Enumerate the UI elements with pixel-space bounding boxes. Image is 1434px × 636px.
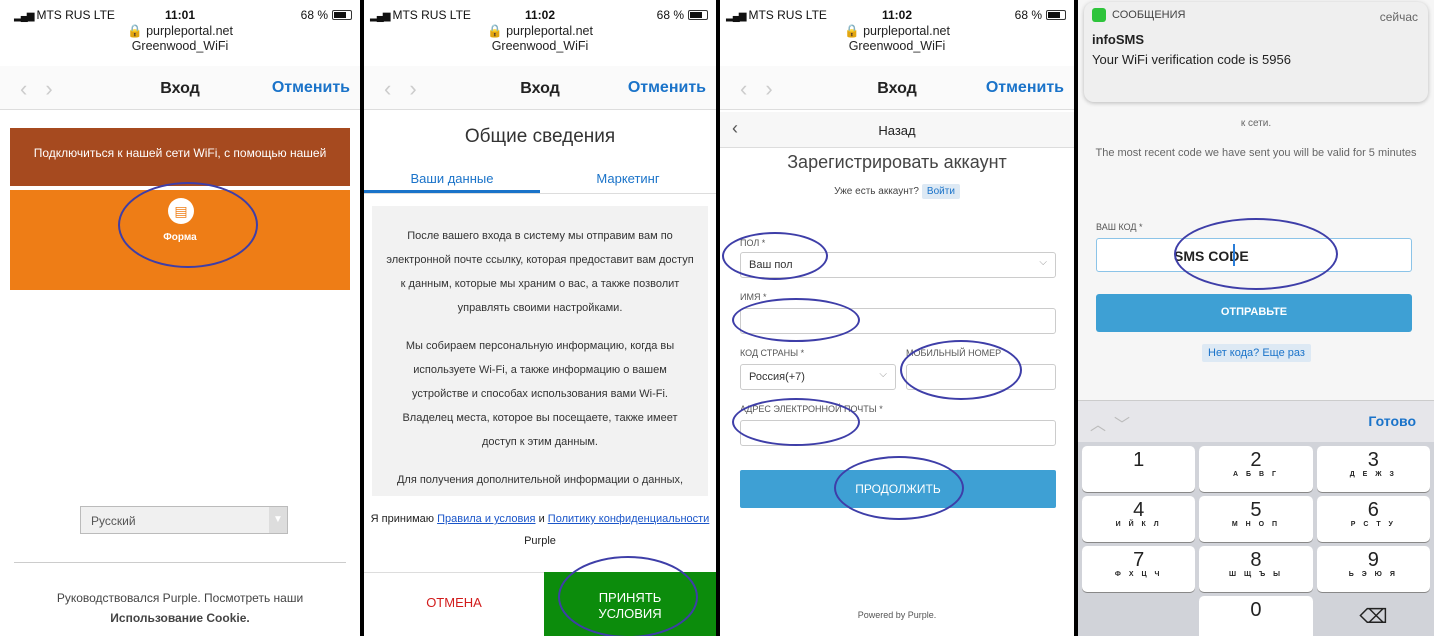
cookie-footer: Руководствовался Purple. Посмотреть наши…	[0, 588, 360, 628]
browser-navbar: ‹› Вход Отменить	[720, 66, 1074, 110]
screen-landing: ▂▄▆ MTS RUS LTE 11:01 68 % 🔒 purpleportal…	[0, 0, 360, 636]
privacy-text: После вашего входа в систему мы отправим…	[372, 206, 708, 496]
tab-bar: Ваши данные Маркетинг	[364, 162, 716, 194]
key-2[interactable]: 2А Б В Г	[1199, 446, 1313, 492]
status-bar: ▂▄▆ MTS RUS LTE 11:01 68 %	[0, 0, 360, 22]
field-nav-arrows-icon[interactable]: ︿﹀	[1090, 411, 1138, 435]
screen-sms-code: СООБЩЕНИЯ сейчас infoSMS Your WiFi verif…	[1078, 0, 1434, 636]
lock-icon: 🔒	[844, 24, 860, 38]
login-link[interactable]: Войти	[921, 184, 960, 199]
messages-icon	[1092, 8, 1106, 22]
lock-icon: 🔒	[487, 24, 503, 38]
browser-navbar: ‹› Вход Отменить	[364, 66, 716, 110]
accept-button[interactable]: ПРИНЯТЬ УСЛОВИЯ	[544, 572, 716, 636]
email-field[interactable]	[740, 420, 1056, 446]
sms-notification[interactable]: СООБЩЕНИЯ сейчас infoSMS Your WiFi verif…	[1084, 2, 1428, 102]
terms-link[interactable]: Правила и условия	[437, 513, 535, 525]
status-bar: ▂▄▆ MTS RUS LTE 11:02 68 %	[720, 0, 1074, 22]
resend-link[interactable]: Нет кода? Еще раз	[1202, 344, 1311, 362]
lock-icon: 🔒	[127, 24, 143, 38]
backspace-key[interactable]: ⌫	[1317, 596, 1430, 636]
mobile-number-field[interactable]	[906, 364, 1056, 390]
cancel-link[interactable]: Отменить	[986, 79, 1064, 97]
url-bar[interactable]: 🔒 purpleportal.net Greenwood_WiFi	[720, 24, 1074, 54]
back-bar[interactable]: ‹ Назад	[720, 112, 1074, 148]
cancel-button[interactable]: ОТМЕНА	[364, 572, 544, 636]
done-button[interactable]: Готово	[1368, 413, 1416, 429]
chevron-down-icon: ▼	[269, 507, 287, 533]
tab-marketing[interactable]: Маркетинг	[540, 162, 716, 193]
key-1[interactable]: 1	[1082, 446, 1196, 492]
empty-key	[1082, 596, 1195, 636]
page-title: Зарегистрировать аккаунт	[787, 152, 1007, 172]
continue-button[interactable]: ПРОДОЛЖИТЬ	[740, 470, 1056, 508]
key-0[interactable]: 0	[1199, 596, 1313, 636]
language-select[interactable]: Русский ▼	[80, 506, 288, 534]
key-5[interactable]: 5М Н О П	[1199, 496, 1313, 542]
numeric-keypad: 12А Б В Г3Д Е Ж З 4И Й К Л5М Н О П6Р С Т …	[1078, 442, 1434, 636]
document-icon: ▤	[168, 198, 194, 224]
key-9[interactable]: 9Ь Э Ю Я	[1316, 546, 1430, 592]
key-6[interactable]: 6Р С Т У	[1316, 496, 1430, 542]
name-field[interactable]	[740, 308, 1056, 334]
cookie-link[interactable]: Использование Cookie.	[0, 608, 360, 628]
key-7[interactable]: 7Ф Х Ц Ч	[1082, 546, 1196, 592]
connect-banner: Подключиться к нашей сети WiFi, с помощь…	[10, 128, 350, 186]
page-title: Общие сведения	[464, 126, 616, 147]
status-bar: ▂▄▆ MTS RUS LTE 11:02 68 %	[364, 0, 716, 22]
battery-icon	[1046, 10, 1066, 20]
chevron-down-icon: ⌵	[1039, 257, 1047, 268]
key-4[interactable]: 4И Й К Л	[1082, 496, 1196, 542]
url-bar[interactable]: 🔒 purpleportal.net Greenwood_WiFi	[0, 24, 360, 54]
chevron-down-icon: ⌵	[879, 369, 887, 380]
terms-text: Я принимаю Правила и условия и Политику …	[370, 513, 710, 547]
battery-icon	[332, 10, 352, 20]
keyboard-toolbar: ︿﹀ Готово	[1078, 400, 1434, 442]
chevron-left-icon: ‹	[732, 118, 738, 138]
have-account-row: Уже есть аккаунт? Войти	[720, 184, 1074, 199]
screen-register: ▂▄▆ MTS RUS LTE 11:02 68 % 🔒 purpleportal…	[720, 0, 1074, 636]
privacy-link[interactable]: Политику конфиденциальности	[548, 513, 710, 525]
divider	[14, 562, 346, 563]
cancel-link[interactable]: Отменить	[628, 79, 706, 97]
browser-navbar: ‹› Вход Отменить	[0, 66, 360, 110]
send-button[interactable]: ОТПРАВЬТЕ	[1096, 294, 1412, 332]
battery-icon	[688, 10, 708, 20]
form-button[interactable]: ▤ Форма	[10, 190, 350, 290]
country-code-select[interactable]: Россия(+7) ⌵	[740, 364, 896, 390]
cancel-link[interactable]: Отменить	[272, 79, 350, 97]
gender-select[interactable]: Ваш пол ⌵	[740, 252, 1056, 278]
code-value: SMS CODE	[1174, 248, 1249, 264]
key-3[interactable]: 3Д Е Ж З	[1316, 446, 1430, 492]
tab-your-data[interactable]: Ваши данные	[364, 162, 540, 193]
url-bar[interactable]: 🔒 purpleportal.net Greenwood_WiFi	[364, 24, 716, 54]
text-caret	[1233, 244, 1235, 266]
key-8[interactable]: 8Ш Щ Ъ Ы	[1199, 546, 1313, 592]
code-field[interactable]	[1096, 238, 1412, 272]
screen-terms: ▂▄▆ MTS RUS LTE 11:02 68 % 🔒 purpleportal…	[364, 0, 716, 636]
